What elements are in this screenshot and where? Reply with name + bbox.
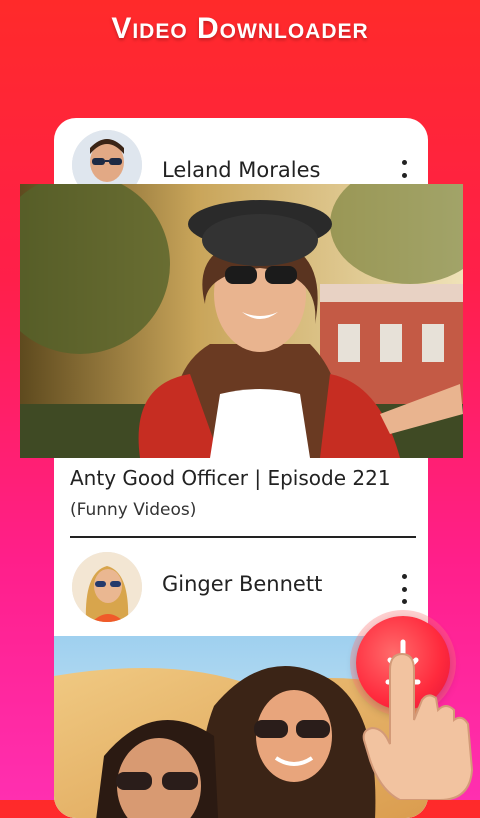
app-title: Video Downloader <box>111 12 369 45</box>
post-author[interactable]: Leland Morales <box>162 158 320 182</box>
hand-pointer-illustration <box>360 640 480 801</box>
post-header-2: Ginger Bennett <box>54 550 428 622</box>
vertical-dots-icon[interactable] <box>394 574 414 604</box>
post-author[interactable]: Ginger Bennett <box>162 572 322 596</box>
video-title[interactable]: Anty Good Officer | Episode 221 <box>70 466 391 490</box>
featured-video-thumbnail[interactable] <box>20 184 463 458</box>
video-category: (Funny Videos) <box>70 500 197 520</box>
divider <box>70 536 416 538</box>
avatar[interactable] <box>72 552 142 622</box>
